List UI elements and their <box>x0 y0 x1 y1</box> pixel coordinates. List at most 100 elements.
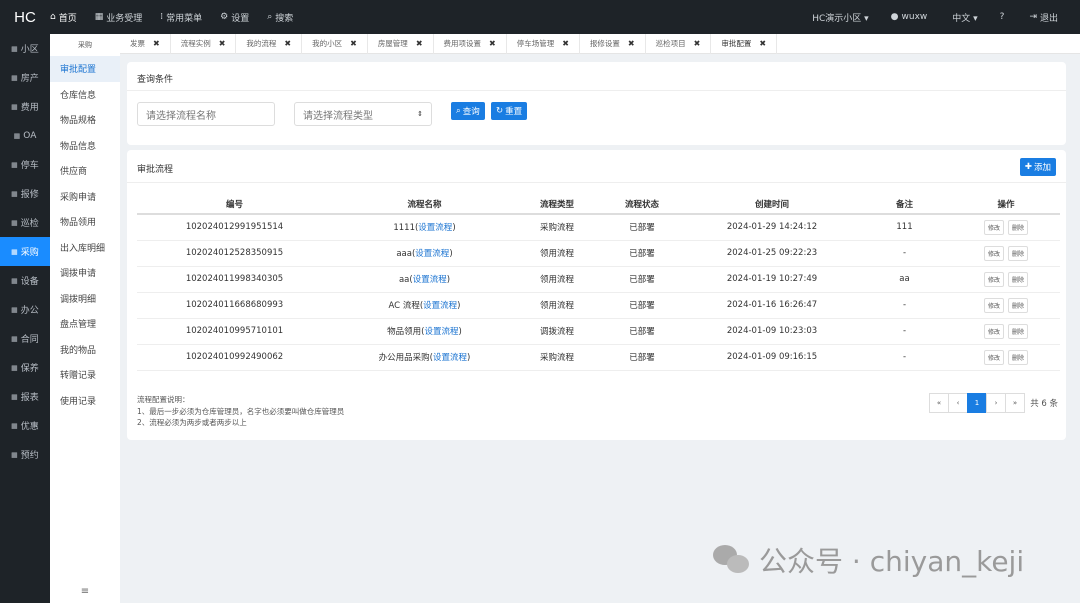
left-nav-item[interactable]: ▦ 报修 <box>0 179 50 208</box>
reset-button[interactable]: ↻ 重置 <box>491 102 528 120</box>
left-nav-item[interactable]: ▦ OA <box>0 121 50 150</box>
tab[interactable]: 停车场管理 ✖ <box>507 33 580 54</box>
tab[interactable]: 费用项设置 ✖ <box>434 33 507 54</box>
close-icon[interactable]: ✖ <box>694 39 701 48</box>
flow-type-select[interactable]: 请选择流程类型 ⇕ <box>294 102 432 126</box>
left-nav-item[interactable]: ▦ 报表 <box>0 382 50 411</box>
delete-button[interactable]: 删除 <box>1008 245 1029 261</box>
subnav-item[interactable]: 转赠记录 <box>50 362 120 388</box>
tab-label: 报修设置 <box>589 39 620 48</box>
grid-icon: ▦ <box>11 421 18 430</box>
subnav-item[interactable]: 调拨明细 <box>50 286 120 312</box>
subnav-item[interactable]: 采购申请 <box>50 184 120 210</box>
edit-button[interactable]: 修改 <box>983 245 1004 261</box>
subnav-item[interactable]: 供应商 <box>50 158 120 184</box>
left-nav-item[interactable]: ▦ 预约 <box>0 440 50 469</box>
tab[interactable]: 报修设置 ✖ <box>580 33 646 54</box>
subnav-item[interactable]: 仓库信息 <box>50 82 120 108</box>
delete-button[interactable]: 删除 <box>1008 323 1029 339</box>
table-row: 102024011998340305 aa(设置流程) 领用流程 已部署 2024-01… <box>137 266 1060 293</box>
top-nav-item[interactable]: ▦ 业务受理 <box>95 11 143 24</box>
top-nav-item[interactable]: ⌂ 首页 <box>50 11 77 24</box>
actions-cell: 修改 删除 <box>952 240 1060 267</box>
subnav-item[interactable]: 物品领用 <box>50 209 120 235</box>
page-button[interactable]: » <box>1005 393 1025 413</box>
left-nav-item[interactable]: ▦ 优惠 <box>0 411 50 440</box>
subnav-item[interactable]: 我的物品 <box>50 337 120 363</box>
subnav-item[interactable]: 出入库明细 <box>50 235 120 261</box>
top-right-item[interactable]: ● wuxw <box>891 12 928 22</box>
search-button[interactable]: ⌕ 查询 <box>451 102 485 120</box>
tab[interactable]: 房屋管理 ✖ <box>368 33 434 54</box>
close-icon[interactable]: ✖ <box>562 39 569 48</box>
edit-button[interactable]: 修改 <box>983 219 1004 235</box>
note-line: 2、流程必须为两步或者两步以上 <box>137 418 247 427</box>
tab[interactable]: 审批配置 ✖ <box>711 33 778 54</box>
tab[interactable]: 我的流程 ✖ <box>236 33 303 54</box>
tab-label: 流程实例 <box>180 39 211 48</box>
close-icon[interactable]: ✖ <box>489 39 496 48</box>
edit-button[interactable]: 修改 <box>983 271 1004 287</box>
top-right-item[interactable]: HC演示小区 ▾ <box>809 11 868 24</box>
delete-button[interactable]: 删除 <box>1008 297 1029 313</box>
set-flow-link[interactable]: 设置流程 <box>433 353 467 363</box>
edit-button[interactable]: 修改 <box>983 297 1004 313</box>
delete-button[interactable]: 删除 <box>1008 349 1029 365</box>
add-button[interactable]: ✚ 添加 <box>1019 158 1056 176</box>
subnav-item[interactable]: 审批配置 <box>50 56 120 82</box>
top-right-item[interactable]: ? <box>1000 12 1008 22</box>
subnav-item[interactable]: 使用记录 <box>50 388 120 414</box>
page-button[interactable]: 1 <box>967 393 987 413</box>
flow-type-cell: 采购流程 <box>517 344 597 371</box>
set-flow-link[interactable]: 设置流程 <box>415 249 449 259</box>
left-nav-item[interactable]: ▦ 费用 <box>0 92 50 121</box>
set-flow-link[interactable]: 设置流程 <box>413 275 447 285</box>
page-button[interactable]: ‹ <box>948 393 968 413</box>
page-button[interactable]: › <box>986 393 1006 413</box>
column-header: 流程状态 <box>597 194 687 215</box>
top-nav-item[interactable]: ⁞ 常用菜单 <box>160 11 202 24</box>
delete-button[interactable]: 删除 <box>1008 271 1029 287</box>
subnav-item[interactable]: 物品规格 <box>50 107 120 133</box>
close-icon[interactable]: ✖ <box>416 39 423 48</box>
left-nav-item[interactable]: ▦ 采购 <box>0 237 50 266</box>
collapse-menu-icon[interactable]: ≡ <box>50 586 120 597</box>
subnav-item[interactable]: 盘点管理 <box>50 311 120 337</box>
left-nav-item[interactable]: ▦ 巡检 <box>0 208 50 237</box>
delete-button[interactable]: 删除 <box>1008 219 1029 235</box>
close-icon[interactable]: ✖ <box>759 39 766 48</box>
left-nav-label: 费用 <box>20 103 39 113</box>
tab[interactable]: 发票 ✖ <box>120 33 171 54</box>
top-right-icon: ? <box>999 12 1005 22</box>
top-nav-item[interactable]: ⚙ 设置 <box>220 11 249 24</box>
top-nav-item[interactable]: ⌕ 搜索 <box>267 11 293 24</box>
tab[interactable]: 流程实例 ✖ <box>171 33 237 54</box>
close-icon[interactable]: ✖ <box>284 39 291 48</box>
left-nav-item[interactable]: ▦ 房产 <box>0 63 50 92</box>
subnav-item[interactable]: 调拨申请 <box>50 260 120 286</box>
edit-button[interactable]: 修改 <box>983 349 1004 365</box>
left-nav-item[interactable]: ▦ 办公 <box>0 295 50 324</box>
nav-icon: ⁞ <box>160 12 164 22</box>
close-icon[interactable]: ✖ <box>153 39 160 48</box>
tab[interactable]: 巡检项目 ✖ <box>646 33 712 54</box>
tab[interactable]: 我的小区 ✖ <box>302 33 368 54</box>
page-button[interactable]: « <box>929 393 949 413</box>
left-nav-item[interactable]: ▦ 停车 <box>0 150 50 179</box>
close-icon[interactable]: ✖ <box>628 39 635 48</box>
divider <box>127 90 1066 91</box>
top-right-item[interactable]: 中文 ▾ <box>949 11 977 24</box>
left-nav-item[interactable]: ▦ 合同 <box>0 324 50 353</box>
flow-name-input[interactable]: 请选择流程名称 <box>137 102 275 126</box>
top-right-item[interactable]: ⇥ 退出 <box>1029 11 1058 24</box>
close-icon[interactable]: ✖ <box>350 39 357 48</box>
left-nav-item[interactable]: ▦ 设备 <box>0 266 50 295</box>
edit-button[interactable]: 修改 <box>983 323 1004 339</box>
subnav-item[interactable]: 物品信息 <box>50 133 120 159</box>
set-flow-link[interactable]: 设置流程 <box>423 301 457 311</box>
left-nav-item[interactable]: ▦ 保养 <box>0 353 50 382</box>
set-flow-link[interactable]: 设置流程 <box>418 223 452 233</box>
close-icon[interactable]: ✖ <box>219 39 226 48</box>
set-flow-link[interactable]: 设置流程 <box>424 327 458 337</box>
left-nav-item[interactable]: ▦ 小区 <box>0 34 50 63</box>
